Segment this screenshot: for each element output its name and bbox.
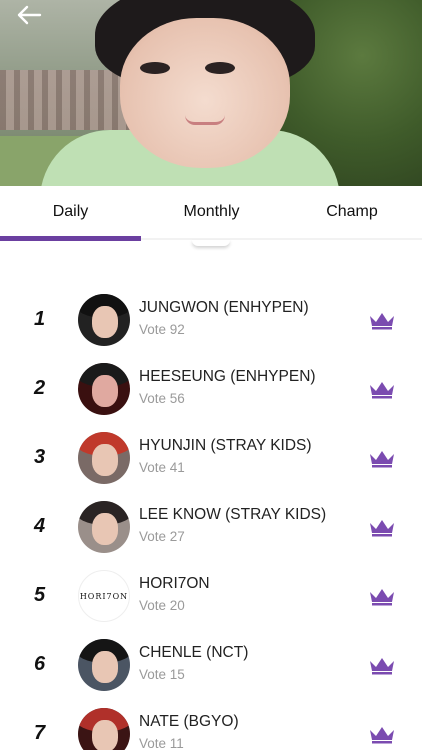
background-bench (0, 70, 140, 130)
vote-count: Vote 20 (139, 598, 185, 613)
list-item[interactable]: 3 HYUNJIN (STRAY KIDS) Vote 41 (0, 424, 422, 493)
artist-name: CHENLE (NCT) (139, 644, 249, 661)
vote-count: Vote 41 (139, 460, 185, 475)
list-item[interactable]: 2 HEESEUNG (ENHYPEN) Vote 56 (0, 355, 422, 424)
arrow-left-icon (17, 5, 42, 25)
list-item[interactable]: 4 LEE KNOW (STRAY KIDS) Vote 27 (0, 493, 422, 562)
back-button[interactable] (16, 4, 42, 26)
artist-eye (140, 62, 170, 74)
list-item[interactable]: 5 HORI7ON HORI7ON Vote 20 (0, 562, 422, 631)
vote-count: Vote 11 (139, 736, 184, 750)
active-tab-indicator (0, 236, 141, 241)
artist-avatar (78, 639, 130, 691)
crown-icon[interactable] (368, 310, 396, 330)
tab-track (141, 238, 422, 240)
artist-avatar (78, 708, 130, 750)
list-item[interactable]: 1 JUNGWON (ENHYPEN) Vote 92 (0, 286, 422, 355)
ranking-tabs: Daily Monthly Champ (0, 186, 422, 242)
tab-monthly[interactable]: Monthly (141, 186, 282, 238)
artist-photo (0, 0, 422, 186)
artist-name: NATE (BGYO) (139, 713, 239, 730)
rank-number: 3 (34, 446, 46, 468)
tab-champ[interactable]: Champ (282, 186, 422, 238)
pull-indicator (192, 240, 230, 246)
rank-number: 4 (34, 515, 46, 537)
tab-daily[interactable]: Daily (0, 186, 141, 238)
artist-mouth (185, 115, 225, 125)
rank-number: 1 (34, 308, 46, 330)
artist-name: HORI7ON (139, 575, 210, 592)
artist-avatar (78, 432, 130, 484)
crown-icon[interactable] (368, 655, 396, 675)
artist-name: JUNGWON (ENHYPEN) (139, 299, 309, 316)
vote-count: Vote 27 (139, 529, 185, 544)
crown-icon[interactable] (368, 448, 396, 468)
crown-icon[interactable] (368, 517, 396, 537)
artist-face (120, 18, 290, 168)
vote-count: Vote 56 (139, 391, 185, 406)
logo-text: HORI7ON (79, 591, 129, 601)
group-logo: HORI7ON (78, 570, 130, 622)
list-item[interactable]: 7 NATE (BGYO) Vote 11 (0, 700, 422, 750)
artist-eye (205, 62, 235, 74)
crown-icon[interactable] (368, 586, 396, 606)
rank-number: 6 (34, 653, 46, 675)
artist-name: HEESEUNG (ENHYPEN) (139, 368, 316, 385)
artist-avatar (78, 294, 130, 346)
artist-avatar (78, 501, 130, 553)
vote-count: Vote 15 (139, 667, 185, 682)
rank-number: 7 (34, 722, 46, 744)
crown-icon[interactable] (368, 379, 396, 399)
crown-icon[interactable] (368, 724, 396, 744)
rank-number: 5 (34, 584, 46, 606)
artist-avatar (78, 363, 130, 415)
vote-count: Vote 92 (139, 322, 185, 337)
rank-number: 2 (34, 377, 46, 399)
artist-name: LEE KNOW (STRAY KIDS) (139, 506, 327, 523)
artist-name: HYUNJIN (STRAY KIDS) (139, 437, 312, 454)
list-item[interactable]: 6 CHENLE (NCT) Vote 15 (0, 631, 422, 700)
